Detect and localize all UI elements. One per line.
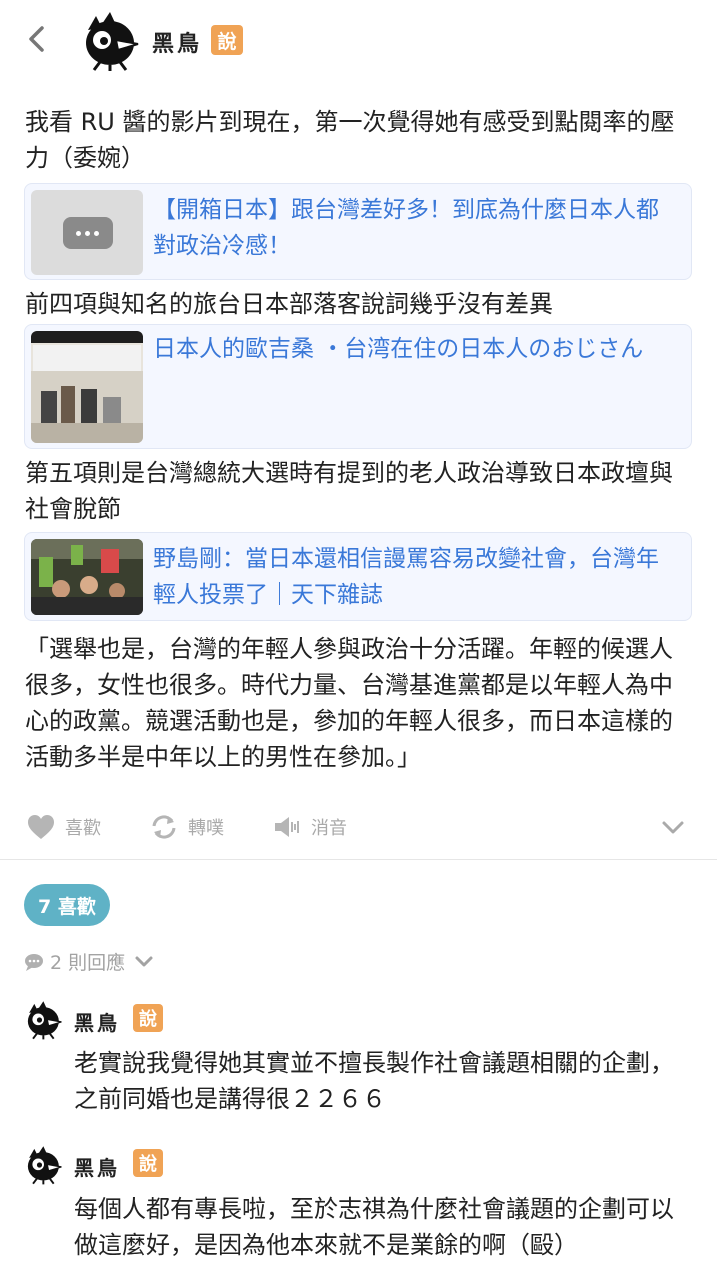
link-thumbnail-placeholder	[31, 190, 143, 275]
response-verb-badge: 說	[133, 1004, 163, 1032]
mute-button[interactable]: 消音	[273, 814, 347, 840]
likes-count-pill[interactable]: 7 喜歡	[24, 884, 110, 926]
link-title[interactable]: 野島剛：當日本還相信謾罵容易改變社會，台灣年輕人投票了｜天下雜誌	[153, 541, 681, 613]
speech-bubble-icon	[25, 953, 43, 971]
back-chevron-icon[interactable]	[20, 22, 54, 56]
chevron-down-icon[interactable]	[661, 820, 685, 836]
post-paragraph-3: 第五項則是台灣總統大選時有提到的老人政治導致日本政壇與社會脫節	[25, 459, 673, 523]
response-avatar[interactable]	[24, 1145, 64, 1185]
post-actions-bar: 喜歡 轉噗 消音	[0, 808, 717, 848]
link-card-video[interactable]: 【開箱日本】跟台灣差好多！到底為什麼日本人都對政治冷感！	[24, 183, 692, 280]
response-author-name[interactable]: 黑鳥	[74, 1007, 120, 1036]
mute-label: 消音	[311, 818, 347, 839]
response-avatar[interactable]	[24, 1000, 64, 1040]
heart-icon	[28, 815, 54, 839]
link-title[interactable]: 【開箱日本】跟台灣差好多！到底為什麼日本人都對政治冷感！	[153, 192, 681, 264]
response-author-name[interactable]: 黑鳥	[74, 1152, 120, 1181]
replurk-icon	[152, 815, 176, 839]
link-card-article[interactable]: 野島剛：當日本還相信謾罵容易改變社會，台灣年輕人投票了｜天下雜誌	[24, 532, 692, 621]
chevron-down-icon	[135, 956, 153, 966]
response-text: 老實說我覺得她其實並不擅長製作社會議題相關的企劃，之前同婚也是講得很２２６６	[74, 1049, 674, 1113]
replurk-label: 轉噗	[188, 818, 224, 839]
link-thumbnail-photo	[31, 331, 143, 443]
speaker-mute-icon	[275, 817, 299, 837]
link-title[interactable]: 日本人的歐吉桑 ・台湾在住の日本人のおじさん	[153, 331, 681, 367]
post-paragraph-2: 前四項與知名的旅台日本部落客說詞幾乎沒有差異	[25, 290, 553, 318]
post-header: 黑鳥 說	[0, 0, 717, 80]
link-thumbnail-photo	[31, 539, 143, 615]
verb-badge: 說	[211, 25, 243, 55]
author-name[interactable]: 黑鳥	[152, 26, 202, 58]
like-button[interactable]: 喜歡	[27, 814, 101, 840]
replurk-button[interactable]: 轉噗	[150, 814, 224, 840]
author-avatar[interactable]	[80, 10, 142, 72]
response-verb-badge: 說	[133, 1149, 163, 1177]
divider	[0, 859, 717, 860]
response-text: 每個人都有專長啦，至於志祺為什麼社會議題的企劃可以做這麼好，是因為他本來就不是業…	[74, 1195, 674, 1259]
ellipsis-message-icon	[63, 217, 113, 249]
like-label: 喜歡	[65, 818, 101, 839]
post-quote: 「選舉也是，台灣的年輕人參與政治十分活躍。年輕的候選人很多，女性也很多。時代力量…	[25, 635, 673, 771]
link-card-blog[interactable]: 日本人的歐吉桑 ・台湾在住の日本人のおじさん	[24, 324, 692, 449]
post-paragraph-1: 我看 RU 醬的影片到現在，第一次覺得她有感受到點閱率的壓力（委婉）	[25, 108, 675, 172]
replies-toggle[interactable]: 2 則回應	[24, 948, 161, 975]
replies-count: 2 則回應	[50, 952, 126, 974]
